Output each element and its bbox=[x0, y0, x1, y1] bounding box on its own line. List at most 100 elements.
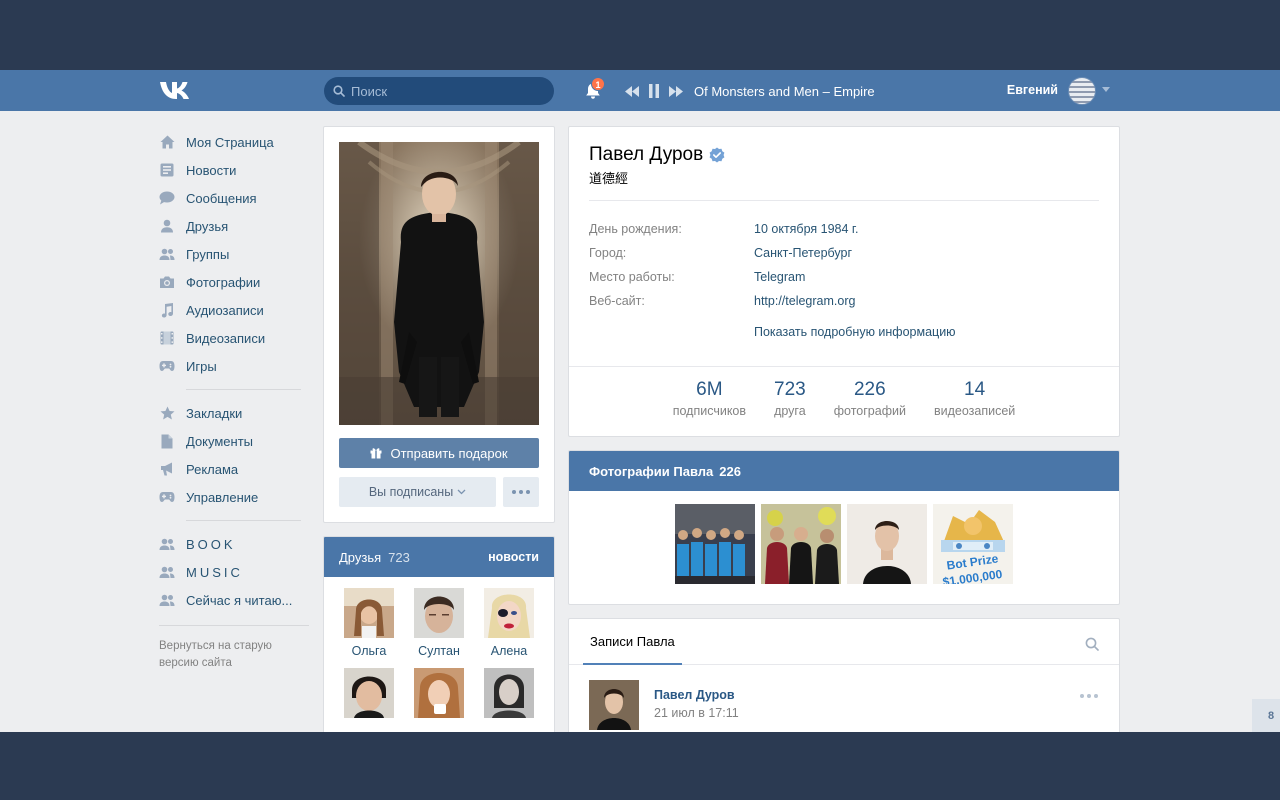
photos-header[interactable]: Фотографии Павла 226 bbox=[569, 451, 1119, 491]
friend-name[interactable]: Ольга bbox=[352, 644, 387, 660]
sidebar-item-group-book[interactable]: BOOK bbox=[159, 530, 309, 558]
sidebar-item-label: Сейчас я читаю... bbox=[186, 592, 293, 608]
sidebar-item-label: Реклама bbox=[186, 461, 239, 477]
info-value[interactable]: 10 октября 1984 г. bbox=[754, 222, 858, 236]
sidebar-item-label: BOOK bbox=[186, 536, 236, 552]
info-value[interactable]: Telegram bbox=[754, 270, 805, 284]
friend-item[interactable] bbox=[474, 668, 544, 732]
search-box[interactable] bbox=[324, 77, 554, 105]
counter-number: 226 bbox=[853, 379, 886, 400]
friend-item[interactable]: Султан bbox=[404, 588, 474, 660]
current-track[interactable]: Of Monsters and Men – Empire bbox=[694, 84, 875, 99]
sidebar-item-documents[interactable]: Документы bbox=[159, 427, 309, 455]
friend-avatar[interactable] bbox=[344, 588, 394, 638]
pager-badge[interactable]: 8 bbox=[1252, 699, 1280, 732]
friends-header: Друзья 723 новости bbox=[324, 537, 554, 577]
sidebar-item-ads[interactable]: Реклама bbox=[159, 455, 309, 483]
sidebar-item-friends[interactable]: Друзья bbox=[159, 212, 309, 240]
search-icon[interactable] bbox=[1085, 637, 1099, 651]
film-icon bbox=[159, 330, 175, 346]
megaphone-icon bbox=[159, 461, 175, 477]
user-avatar[interactable] bbox=[1068, 77, 1096, 105]
friend-item[interactable] bbox=[334, 668, 404, 732]
info-rows: День рождения: 10 октября 1984 г. Город:… bbox=[589, 217, 1099, 313]
verified-icon[interactable] bbox=[709, 147, 725, 163]
sidebar-item-my-page[interactable]: Моя Страница bbox=[159, 128, 309, 156]
sidebar-item-bookmarks[interactable]: Закладки bbox=[159, 399, 309, 427]
counter-videos[interactable]: 14 видеозаписей bbox=[920, 379, 1029, 418]
sidebar-item-groups[interactable]: Группы bbox=[159, 240, 309, 268]
photos-title[interactable]: Фотографии Павла bbox=[589, 464, 713, 479]
sidebar-item-label: Новости bbox=[186, 162, 237, 178]
friend-avatar[interactable] bbox=[344, 668, 394, 718]
sidebar-item-manage[interactable]: Управление bbox=[159, 483, 309, 511]
sidebar-item-video[interactable]: Видеозаписи bbox=[159, 324, 309, 352]
photo-thumbnail[interactable] bbox=[675, 504, 755, 584]
subscribed-button[interactable]: Вы подписаны bbox=[339, 477, 496, 507]
wall-card: Записи Павла Павел Дуров 21 июл в 17:11 bbox=[568, 618, 1120, 732]
friend-item[interactable]: Ольга bbox=[334, 588, 404, 660]
friends-title[interactable]: Друзья bbox=[339, 550, 381, 565]
photos-count: 226 bbox=[719, 463, 741, 479]
counter-caption: видеозаписей bbox=[933, 404, 1016, 418]
chevron-down-icon[interactable] bbox=[1102, 87, 1110, 92]
counter-number: 14 bbox=[964, 379, 986, 400]
photo-thumbnail[interactable]: Bot Prize $1,000,000 bbox=[933, 504, 1013, 584]
counter-number: 6M bbox=[696, 379, 723, 400]
sidebar-item-games[interactable]: Игры bbox=[159, 352, 309, 380]
vk-logo-icon[interactable] bbox=[159, 79, 193, 101]
sidebar-item-label: Сообщения bbox=[186, 190, 257, 206]
post-date[interactable]: 21 июл в 17:11 bbox=[654, 706, 739, 720]
counter-friends[interactable]: 723 друга bbox=[760, 379, 820, 418]
friend-avatar[interactable] bbox=[414, 588, 464, 638]
profile-photo[interactable] bbox=[339, 142, 539, 425]
photo-thumbnail[interactable] bbox=[761, 504, 841, 584]
left-sidebar: Моя Страница Новости Сообщения Друзья Гр… bbox=[159, 128, 309, 672]
friend-item[interactable]: Алена bbox=[474, 588, 544, 660]
sidebar-item-photos[interactable]: Фотографии bbox=[159, 268, 309, 296]
previous-track-icon[interactable] bbox=[624, 83, 640, 99]
page-body: Моя Страница Новости Сообщения Друзья Гр… bbox=[0, 111, 1280, 732]
groups-icon bbox=[159, 536, 175, 552]
music-note-icon bbox=[159, 302, 175, 318]
camera-icon bbox=[159, 274, 175, 290]
friend-avatar[interactable] bbox=[484, 588, 534, 638]
next-track-icon[interactable] bbox=[668, 83, 684, 99]
sidebar-item-group-music[interactable]: MUSIC bbox=[159, 558, 309, 586]
sidebar-item-messages[interactable]: Сообщения bbox=[159, 184, 309, 212]
info-value[interactable]: Санкт-Петербург bbox=[754, 246, 852, 260]
info-key: Веб-сайт: bbox=[589, 294, 645, 308]
friends-count: 723 bbox=[388, 549, 410, 565]
user-name[interactable]: Евгений bbox=[1000, 83, 1058, 97]
send-gift-button[interactable]: Отправить подарок bbox=[339, 438, 539, 468]
friends-news-link[interactable]: новости bbox=[488, 550, 539, 564]
counter-caption: подписчиков bbox=[672, 404, 747, 418]
tab-posts[interactable]: Записи Павла bbox=[583, 619, 682, 665]
groups-icon bbox=[159, 592, 175, 608]
post-more-icon[interactable] bbox=[1080, 694, 1098, 698]
friend-name[interactable]: Султан bbox=[418, 644, 460, 660]
sidebar-item-label: Аудиозаписи bbox=[186, 302, 264, 318]
profile-photo-card: Отправить подарок Вы подписаны bbox=[323, 126, 555, 523]
pause-icon[interactable] bbox=[646, 83, 662, 99]
friend-avatar[interactable] bbox=[484, 668, 534, 718]
counter-followers[interactable]: 6M подписчиков bbox=[659, 379, 760, 418]
post-author-name[interactable]: Павел Дуров bbox=[654, 688, 735, 702]
counter-photos[interactable]: 226 фотографий bbox=[820, 379, 920, 418]
sidebar-item-label: Игры bbox=[186, 358, 217, 374]
friends-grid: Ольга Султан Алена bbox=[334, 588, 544, 732]
photo-thumbnail[interactable] bbox=[847, 504, 927, 584]
gamepad-icon bbox=[159, 489, 175, 505]
info-value[interactable]: http://telegram.org bbox=[754, 294, 855, 308]
post-author-avatar[interactable] bbox=[589, 680, 639, 730]
friend-name[interactable]: Алена bbox=[491, 644, 527, 660]
old-version-link[interactable]: Вернуться на старую версию сайта bbox=[159, 638, 299, 672]
sidebar-item-group-reading[interactable]: Сейчас я читаю... bbox=[159, 586, 309, 614]
friend-item[interactable] bbox=[404, 668, 474, 732]
friend-avatar[interactable] bbox=[414, 668, 464, 718]
show-more-info-link[interactable]: Показать подробную информацию bbox=[754, 325, 956, 339]
sidebar-item-news[interactable]: Новости bbox=[159, 156, 309, 184]
search-input[interactable] bbox=[351, 83, 541, 99]
profile-more-button[interactable] bbox=[503, 477, 539, 507]
sidebar-item-audio[interactable]: Аудиозаписи bbox=[159, 296, 309, 324]
